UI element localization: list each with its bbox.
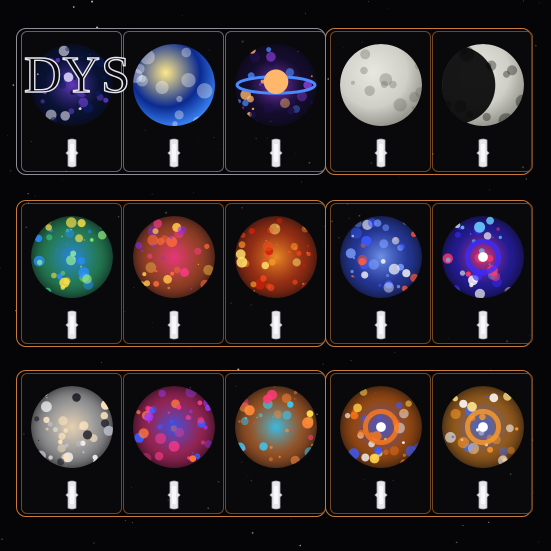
mount-peg-icon xyxy=(64,138,79,168)
background-star xyxy=(9,169,12,172)
background-star xyxy=(462,525,464,527)
slide-frame-orange xyxy=(16,370,326,517)
background-star xyxy=(387,7,389,9)
background-star xyxy=(12,84,15,86)
mount-peg-icon xyxy=(268,138,283,168)
background-star xyxy=(455,541,458,544)
slide-card[interactable] xyxy=(123,203,224,344)
helix-eye-nebula-slide xyxy=(441,216,524,298)
background-star xyxy=(532,491,534,493)
background-star xyxy=(181,14,183,16)
background-star xyxy=(151,193,153,195)
full-moon-slide xyxy=(339,44,422,126)
background-star xyxy=(489,189,490,191)
background-star xyxy=(522,0,524,2)
mount-peg-icon xyxy=(166,480,181,510)
ringed-planet-slide xyxy=(234,44,317,126)
background-star xyxy=(394,351,396,353)
mount-peg-icon xyxy=(166,138,181,168)
pink-blue-nebula-slide xyxy=(132,386,215,468)
brand-logo: DYS xyxy=(23,47,132,104)
slide-card[interactable] xyxy=(432,203,533,344)
background-star xyxy=(1,538,3,540)
background-star xyxy=(34,195,36,197)
waning-moon-slide xyxy=(441,44,524,126)
background-star xyxy=(132,522,133,524)
slide-frame-orange xyxy=(325,28,533,175)
mount-peg-icon xyxy=(268,310,283,340)
mount-peg-icon xyxy=(373,480,388,510)
background-star xyxy=(290,519,292,520)
slide-frame-orange xyxy=(16,200,326,347)
background-star xyxy=(251,531,254,534)
background-star xyxy=(27,193,29,195)
mount-peg-icon xyxy=(373,310,388,340)
background-star xyxy=(525,178,527,180)
background-star xyxy=(488,521,490,523)
background-star xyxy=(7,134,8,136)
mount-peg-icon xyxy=(475,138,490,168)
slide-card[interactable] xyxy=(21,373,122,514)
mount-peg-icon xyxy=(373,138,388,168)
slide-card[interactable] xyxy=(432,31,533,172)
background-star xyxy=(301,181,302,183)
mount-peg-icon xyxy=(64,310,79,340)
spiral-galaxy-slide xyxy=(441,386,524,468)
slide-card[interactable] xyxy=(21,203,122,344)
green-aurora-nebula-slide xyxy=(30,216,113,298)
background-star xyxy=(124,520,126,522)
butterfly-nebula-slide xyxy=(234,216,317,298)
background-star xyxy=(72,6,75,8)
background-star xyxy=(189,347,191,348)
background-star xyxy=(92,20,94,21)
background-star xyxy=(534,44,537,47)
mount-peg-icon xyxy=(475,310,490,340)
background-star xyxy=(322,363,324,365)
slide-card[interactable] xyxy=(330,31,431,172)
red-star-cluster-slide xyxy=(132,216,215,298)
cartwheel-galaxy-slide xyxy=(339,386,422,468)
background-star xyxy=(0,267,1,270)
background-star xyxy=(350,360,352,362)
background-star xyxy=(368,1,370,2)
slide-card[interactable] xyxy=(123,373,224,514)
mount-peg-icon xyxy=(268,480,283,510)
colorful-fragments-slide xyxy=(234,386,317,468)
slide-card[interactable] xyxy=(330,373,431,514)
milky-way-streak-slide xyxy=(30,386,113,468)
slide-card[interactable] xyxy=(225,373,326,514)
background-star xyxy=(91,0,94,3)
background-star xyxy=(193,192,195,194)
mount-peg-icon xyxy=(475,480,490,510)
slide-frame-orange xyxy=(325,370,533,517)
background-star xyxy=(539,2,540,4)
slide-frame-orange xyxy=(325,200,533,347)
background-star xyxy=(93,542,95,544)
slide-card[interactable] xyxy=(330,203,431,344)
background-star xyxy=(299,544,302,547)
slide-card[interactable] xyxy=(123,31,224,172)
background-star xyxy=(537,541,539,543)
mount-peg-icon xyxy=(64,480,79,510)
mount-peg-icon xyxy=(166,310,181,340)
slide-card[interactable] xyxy=(432,373,533,514)
background-star xyxy=(100,361,102,363)
slide-card[interactable] xyxy=(225,203,326,344)
background-star xyxy=(61,180,63,182)
slide-card[interactable] xyxy=(225,31,326,172)
background-star xyxy=(305,12,307,14)
blue-dust-cloud-slide xyxy=(339,216,422,298)
crescent-moon-clouds-slide xyxy=(132,44,215,126)
